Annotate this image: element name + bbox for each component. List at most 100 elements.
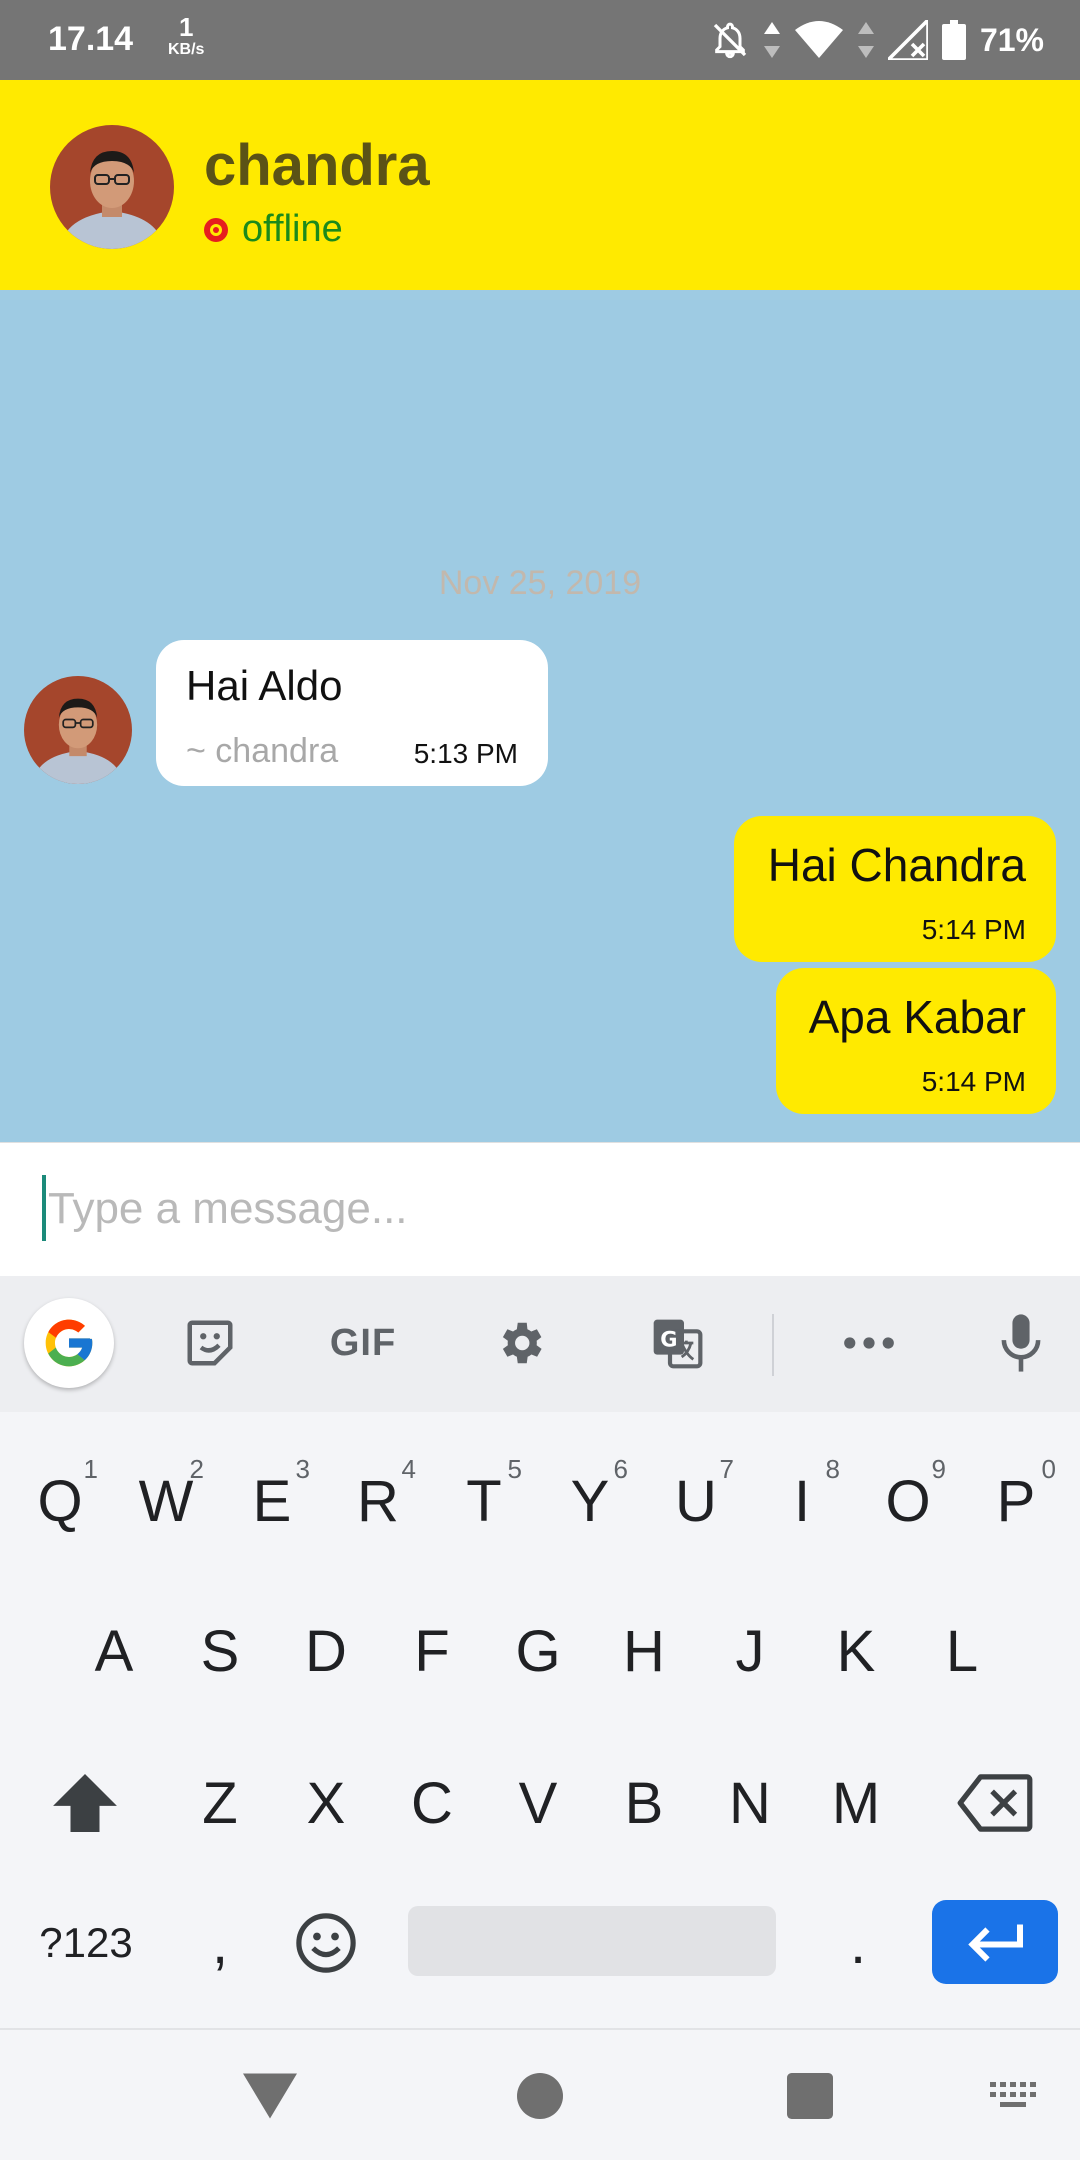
data-arrows-icon (857, 22, 874, 58)
key-j[interactable]: J (698, 1586, 802, 1716)
key-b[interactable]: B (592, 1738, 696, 1868)
key-label: C (411, 1770, 453, 1836)
toolbar-divider (772, 1314, 774, 1376)
key-hint: 3 (295, 1454, 310, 1484)
network-speed-unit: KB/s (168, 41, 205, 58)
translate-icon: G (653, 1319, 703, 1369)
keyboard-settings-button[interactable] (475, 1298, 565, 1388)
comma-key[interactable]: , (168, 1888, 272, 1998)
key-u[interactable]: U7 (644, 1436, 748, 1566)
emoji-key[interactable] (274, 1888, 378, 1998)
key-i[interactable]: I8 (750, 1436, 854, 1566)
gif-label: GIF (329, 1321, 397, 1364)
message-bubble-outgoing[interactable]: Apa Kabar 5:14 PM (776, 968, 1056, 1114)
key-label: T (466, 1468, 502, 1534)
message-time: 5:13 PM (413, 738, 518, 769)
key-y[interactable]: Y6 (538, 1436, 642, 1566)
key-o[interactable]: O9 (856, 1436, 960, 1566)
keyboard-icon (990, 2082, 1036, 2107)
key-g[interactable]: G (486, 1586, 590, 1716)
more-options-button[interactable] (824, 1298, 914, 1388)
voice-input-button[interactable] (976, 1298, 1066, 1388)
symbols-key[interactable]: ?123 (16, 1888, 156, 1998)
emoji-icon (296, 1913, 356, 1973)
key-x[interactable]: X (274, 1738, 378, 1868)
key-label: F (414, 1618, 450, 1684)
date-separator: Nov 25, 2019 (438, 564, 642, 602)
shift-key[interactable] (20, 1738, 150, 1868)
key-m[interactable]: M (804, 1738, 908, 1868)
key-f[interactable]: F (380, 1586, 484, 1716)
backspace-key[interactable] (930, 1738, 1060, 1868)
key-n[interactable]: N (698, 1738, 802, 1868)
key-hint: 5 (507, 1454, 522, 1484)
sender-avatar[interactable] (24, 676, 132, 784)
wifi-icon (794, 20, 844, 60)
key-label: W (138, 1468, 194, 1534)
keyboard-switch-button[interactable] (984, 2066, 1044, 2126)
presence-status: offline (204, 208, 343, 251)
key-w[interactable]: W2 (114, 1436, 218, 1566)
key-label: B (624, 1770, 664, 1836)
gif-button[interactable]: GIF (318, 1298, 408, 1388)
key-label: Z (202, 1770, 238, 1836)
key-label: R (357, 1468, 399, 1534)
message-bubble-incoming[interactable]: Hai Aldo ~ chandra 5:13 PM (156, 640, 548, 786)
key-label: D (305, 1618, 347, 1684)
shift-icon (53, 1774, 117, 1832)
key-l[interactable]: L (910, 1586, 1014, 1716)
message-composer (0, 1142, 1080, 1276)
key-hint: 2 (189, 1454, 204, 1484)
key-a[interactable]: A (62, 1586, 166, 1716)
translate-button[interactable]: G (632, 1298, 722, 1388)
navigation-bar (0, 2028, 1080, 2160)
key-c[interactable]: C (380, 1738, 484, 1868)
key-d[interactable]: D (274, 1586, 378, 1716)
presence-status-text: offline (242, 208, 343, 250)
network-speed: 1 KB/s (168, 14, 204, 58)
key-label: S (200, 1618, 240, 1684)
home-button[interactable] (510, 2066, 570, 2126)
key-label: J (735, 1618, 765, 1684)
key-z[interactable]: Z (168, 1738, 272, 1868)
key-q[interactable]: Q1 (8, 1436, 112, 1566)
key-label: Q (37, 1468, 83, 1534)
space-key[interactable] (408, 1906, 776, 1976)
enter-key[interactable] (932, 1900, 1058, 1984)
back-triangle-icon (243, 2073, 297, 2119)
key-label: M (831, 1770, 881, 1836)
message-time: 5:14 PM (921, 1066, 1026, 1097)
text-cursor (42, 1175, 46, 1241)
key-r[interactable]: R4 (326, 1436, 430, 1566)
key-hint: 9 (931, 1454, 946, 1484)
key-hint: 6 (613, 1454, 628, 1484)
key-t[interactable]: T5 (432, 1436, 536, 1566)
key-k[interactable]: K (804, 1586, 908, 1716)
key-hint: 4 (401, 1454, 416, 1484)
key-label: P (996, 1468, 1036, 1534)
recents-square-icon (787, 2073, 833, 2119)
key-label: E (252, 1468, 292, 1534)
chat-header: chandra offline (0, 80, 1080, 290)
message-input[interactable] (48, 1169, 1048, 1249)
period-key[interactable]: . (806, 1888, 910, 1998)
google-search-button[interactable] (24, 1298, 114, 1388)
keyboard: Q1 W2 E3 R4 T5 Y6 U7 I8 O9 P0 A S D F G … (0, 1412, 1080, 2028)
key-p[interactable]: P0 (962, 1436, 1070, 1566)
message-list[interactable]: Nov 25, 2019 Hai Aldo ~ chandra 5:13 PM … (0, 290, 1080, 1142)
key-hint: 0 (1041, 1454, 1056, 1484)
recents-button[interactable] (780, 2066, 840, 2126)
key-e[interactable]: E3 (220, 1436, 324, 1566)
key-label: , (211, 1910, 229, 1976)
back-button[interactable] (240, 2066, 300, 2126)
key-v[interactable]: V (486, 1738, 590, 1868)
sticker-button[interactable] (165, 1298, 255, 1388)
key-hint: 1 (83, 1454, 98, 1484)
key-label: O (885, 1468, 931, 1534)
message-bubble-outgoing[interactable]: Hai Chandra 5:14 PM (734, 816, 1056, 962)
key-label: U (675, 1468, 717, 1534)
message-text: Apa Kabar (808, 991, 1026, 1043)
key-h[interactable]: H (592, 1586, 696, 1716)
contact-avatar[interactable] (50, 125, 174, 249)
key-s[interactable]: S (168, 1586, 272, 1716)
